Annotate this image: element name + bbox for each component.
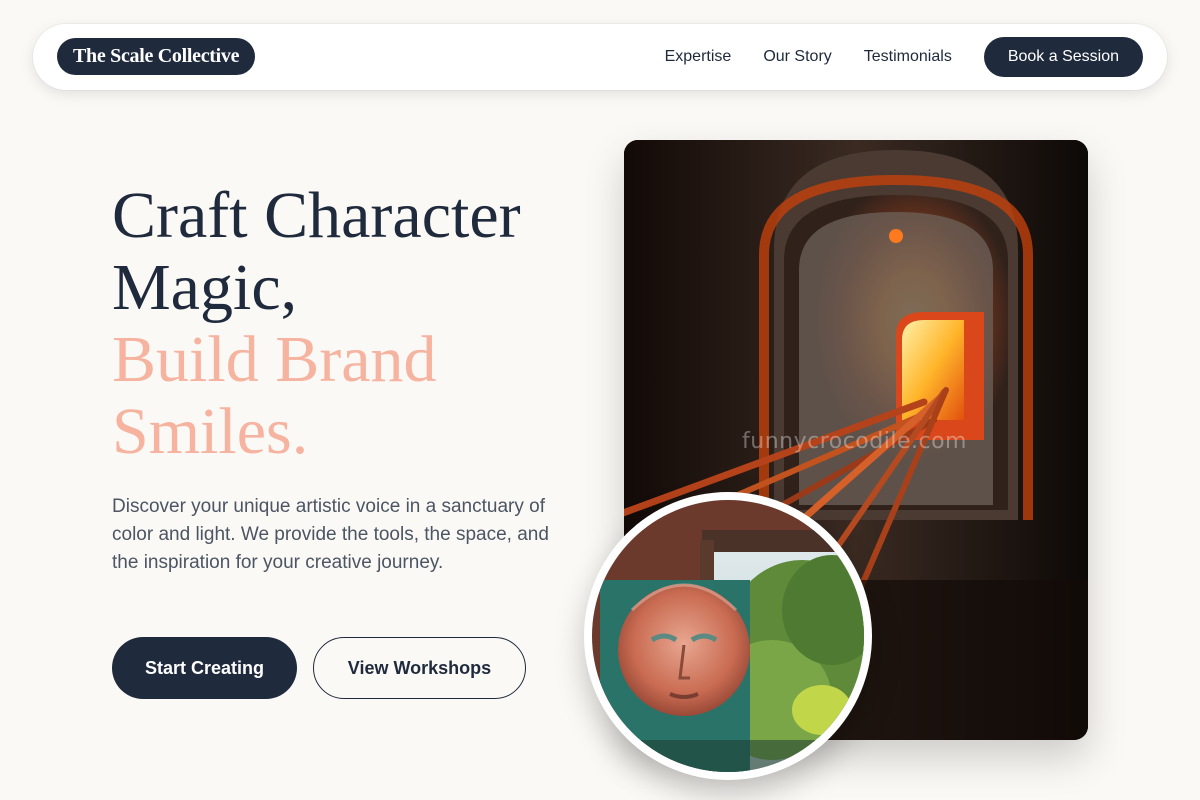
nav-links: Expertise Our Story Testimonials Book a … [665,37,1143,77]
top-nav: The Scale Collective Expertise Our Story… [33,24,1167,90]
hero-cta-row: Start Creating View Workshops [112,637,526,699]
view-workshops-button[interactable]: View Workshops [313,637,526,699]
book-session-button[interactable]: Book a Session [983,37,1143,77]
brand-logo[interactable]: The Scale Collective [57,38,256,75]
mural-illustration [592,500,864,772]
painted-sun-mural-photo [584,492,872,780]
start-creating-button[interactable]: Start Creating [112,637,297,699]
headline-accent-line-1: Build Brand [112,323,437,396]
headline-line-2: Magic, [112,251,298,324]
headline-accent-line-2: Smiles. [112,395,309,468]
image-watermark: funnycrocodile.com [742,429,967,454]
hero-description: Discover your unique artistic voice in a… [112,496,549,573]
circle-photo-frame [592,500,864,772]
nav-link-expertise[interactable]: Expertise [665,48,732,66]
nav-link-our-story[interactable]: Our Story [763,48,831,66]
headline-line-1: Craft Character [112,179,521,252]
hero-headline: Craft Character Magic, Build Brand Smile… [112,180,612,468]
nav-link-testimonials[interactable]: Testimonials [864,48,952,66]
